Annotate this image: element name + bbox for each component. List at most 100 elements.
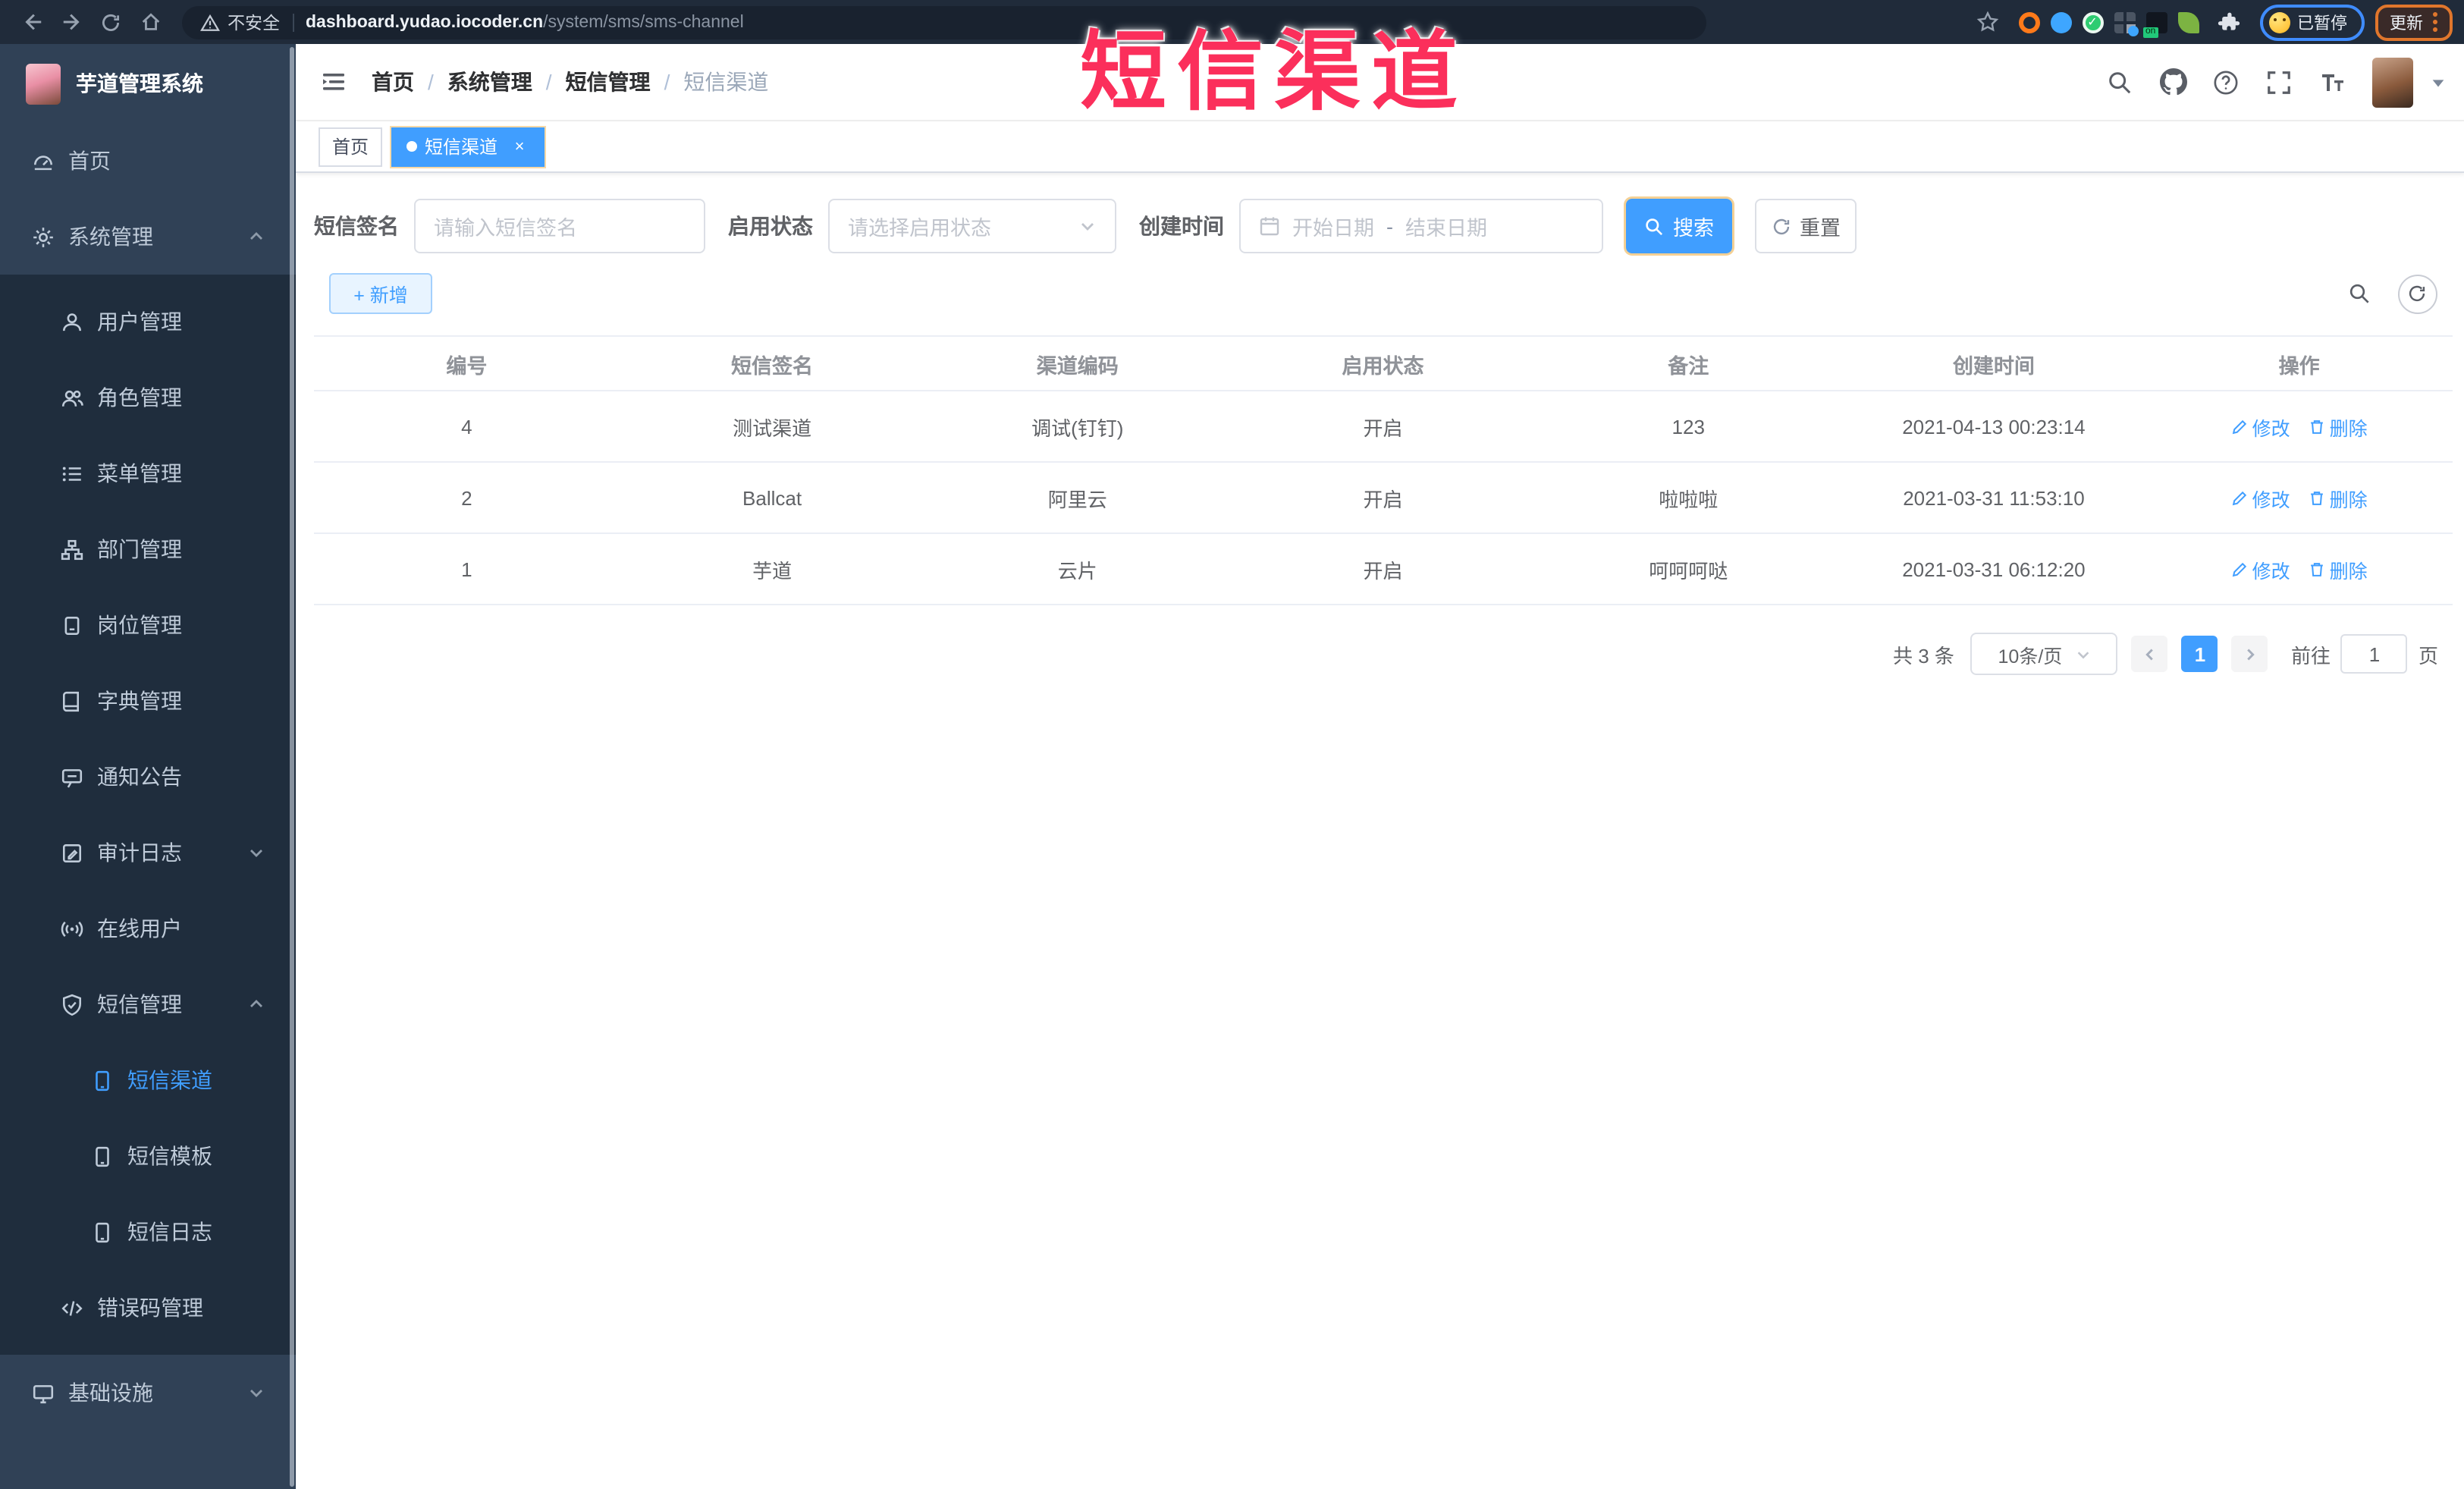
header-search-icon[interactable] (2106, 68, 2133, 96)
sidebar-item-sms-log[interactable]: 短信日志 (0, 1194, 296, 1270)
cell-sign: 芋道 (752, 559, 793, 582)
sidebar-item-label: 角色管理 (97, 385, 182, 410)
sidebar-item-users[interactable]: 用户管理 (0, 284, 296, 360)
sidebar-item-label: 短信管理 (97, 992, 182, 1016)
tag-sms-channel[interactable]: 短信渠道 × (391, 127, 545, 166)
tag-close-icon[interactable]: × (510, 137, 529, 156)
url-host[interactable]: dashboard.yudao.iocoder.cn (306, 13, 543, 31)
cell-status: 开启 (1363, 559, 1403, 582)
sidebar-item-notice[interactable]: 通知公告 (0, 739, 296, 815)
extension-pin-icon[interactable] (2050, 11, 2071, 33)
sidebar-item-sms-channel[interactable]: 短信渠道 (0, 1042, 296, 1118)
sidebar-item-infra[interactable]: 基础设施 (0, 1355, 296, 1431)
url-path[interactable]: /system/sms/sms-channel (543, 13, 744, 31)
add-button[interactable]: + 新增 (329, 273, 432, 314)
sidebar-item-sms-template[interactable]: 短信模板 (0, 1118, 296, 1194)
browser-menu-icon[interactable] (2432, 12, 2437, 32)
sidebar-item-system[interactable]: 系统管理 (0, 199, 296, 275)
delete-link[interactable]: 删除 (2309, 554, 2368, 583)
trash-icon (2310, 491, 2323, 504)
refresh-table-icon[interactable] (2397, 274, 2437, 313)
col-header-status: 启用状态 (1342, 354, 1424, 377)
sidebar-item-online-users[interactable]: 在线用户 (0, 891, 296, 966)
hamburger-icon[interactable] (319, 67, 349, 97)
cell-code: 云片 (1057, 559, 1097, 582)
date-range-picker[interactable]: 开始日期 - 结束日期 (1239, 199, 1603, 253)
search-button[interactable]: 搜索 (1626, 199, 1732, 253)
bookmark-star-icon[interactable] (1968, 5, 2007, 39)
sidebar-logo-row[interactable]: 芋道管理系统 (0, 44, 296, 123)
browser-reload-icon[interactable] (91, 5, 130, 39)
tag-home[interactable]: 首页 (319, 127, 383, 166)
tag-label: 首页 (332, 137, 369, 158)
delete-link[interactable]: 删除 (2309, 483, 2368, 512)
sidebar-item-sms[interactable]: 短信管理 (0, 966, 296, 1042)
sidebar-item-error-code[interactable]: 错误码管理 (0, 1270, 296, 1346)
help-icon[interactable] (2212, 68, 2240, 96)
cell-id: 1 (461, 558, 472, 580)
code-icon (61, 1296, 83, 1319)
book-icon (61, 690, 83, 712)
cell-sign: Ballcat (742, 486, 802, 509)
github-icon[interactable] (2159, 68, 2186, 96)
prev-page-button[interactable] (2131, 636, 2168, 672)
sidebar-item-menus[interactable]: 菜单管理 (0, 435, 296, 511)
not-secure-warning-icon[interactable] (200, 13, 220, 31)
extension-check-icon[interactable]: ✓ (2082, 11, 2103, 33)
fullscreen-icon[interactable] (2265, 68, 2293, 96)
edit-link[interactable]: 修改 (2231, 483, 2290, 512)
sidebar-item-label: 短信渠道 (127, 1068, 212, 1092)
sidebar-item-dict[interactable]: 字典管理 (0, 663, 296, 739)
page-size-select[interactable]: 10条/页 (1970, 633, 2118, 675)
cell-operation: 修改 删除 (2146, 391, 2452, 461)
search-button-label: 搜索 (1673, 217, 1714, 240)
browser-forward-icon[interactable] (52, 5, 91, 39)
address-bar[interactable]: 不安全 dashboard.yudao.iocoder.cn/system/sm… (182, 5, 1706, 39)
goto-page-input[interactable] (2340, 634, 2408, 674)
status-select[interactable]: 请选择启用状态 (828, 199, 1116, 253)
extension-leaf-icon[interactable] (2177, 11, 2199, 33)
not-secure-label[interactable]: 不安全 (228, 10, 280, 34)
sidebar-menu: 首页 系统管理 用户管理 角色管理 菜单管理 部门管理 岗位管理 字典管理 通知… (0, 123, 296, 1489)
date-separator: - (1386, 215, 1393, 237)
font-size-icon[interactable] (2318, 68, 2346, 96)
extension-orange-icon[interactable] (2018, 11, 2039, 33)
extension-on-badge-icon[interactable] (2142, 11, 2167, 37)
chrome-update-button[interactable]: 更新 (2375, 4, 2452, 40)
breadcrumb-system[interactable]: 系统管理 (447, 67, 532, 97)
page-content: 短信签名 请输入短信签名 启用状态 请选择启用状态 创建时间 开始日期 - 结束… (296, 173, 2464, 675)
edit-link[interactable]: 修改 (2231, 412, 2290, 441)
sidebar-item-label: 用户管理 (97, 309, 182, 334)
avatar-caret-down-icon[interactable] (2429, 74, 2446, 90)
breadcrumb-home[interactable]: 首页 (372, 67, 414, 97)
next-page-button[interactable] (2231, 636, 2268, 672)
table-header-row: 编号 短信签名 渠道编码 启用状态 备注 创建时间 操作 (314, 337, 2452, 391)
reset-button-label: 重置 (1800, 217, 1841, 240)
page-number-1[interactable]: 1 (2181, 636, 2218, 672)
sidebar-item-label: 在线用户 (97, 916, 182, 941)
edit-log-icon (61, 841, 83, 864)
sidebar-item-roles[interactable]: 角色管理 (0, 360, 296, 435)
browser-back-icon[interactable] (12, 5, 52, 39)
breadcrumb-sms[interactable]: 短信管理 (566, 67, 651, 97)
profile-paused-badge[interactable]: 已暂停 (2259, 4, 2364, 40)
browser-home-icon[interactable] (130, 5, 170, 39)
cell-code: 调试(钉钉) (1031, 416, 1124, 439)
phone-icon (91, 1220, 114, 1243)
paused-label: 已暂停 (2297, 14, 2347, 33)
sidebar-item-label: 短信模板 (127, 1144, 212, 1168)
sidebar-item-home[interactable]: 首页 (0, 123, 296, 199)
sign-label: 短信签名 (314, 214, 399, 238)
sidebar-item-audit-log[interactable]: 审计日志 (0, 815, 296, 891)
reset-button[interactable]: 重置 (1755, 199, 1857, 253)
sidebar-item-posts[interactable]: 岗位管理 (0, 587, 296, 663)
sign-input[interactable]: 请输入短信签名 (414, 199, 705, 253)
sidebar-item-departments[interactable]: 部门管理 (0, 511, 296, 587)
delete-link[interactable]: 删除 (2309, 412, 2368, 441)
user-avatar[interactable] (2371, 57, 2412, 107)
toggle-search-icon[interactable] (2340, 274, 2379, 313)
extension-grid-icon[interactable] (2114, 11, 2138, 36)
edit-link[interactable]: 修改 (2231, 554, 2290, 583)
extensions-puzzle-icon[interactable] (2209, 5, 2249, 39)
pencil-icon (2232, 561, 2246, 576)
